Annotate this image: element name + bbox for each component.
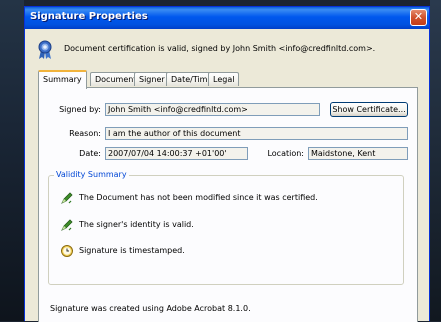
signature-properties-dialog: Signature Properties ✕ Document certific… xyxy=(24,6,430,322)
close-button[interactable]: ✕ xyxy=(410,9,427,26)
pen-check-icon xyxy=(61,192,73,204)
tab-summary[interactable]: Summary xyxy=(38,70,87,89)
validity-text-timestamp: Signature is timestamped. xyxy=(79,246,185,255)
tab-legal[interactable]: Legal xyxy=(208,72,240,86)
show-certificate-button[interactable]: Show Certificate... xyxy=(330,102,408,117)
reason-label: Reason: xyxy=(69,129,101,138)
desktop-background-left xyxy=(0,0,24,321)
location-label: Location: xyxy=(267,149,304,158)
reason-field[interactable]: I am the author of this document xyxy=(105,127,408,140)
validity-text-identity: The signer's identity is valid. xyxy=(79,220,194,229)
created-with-text: Signature was created using Adobe Acroba… xyxy=(50,304,251,313)
certificate-ribbon-icon xyxy=(38,40,52,59)
validity-summary-title: Validity Summary xyxy=(54,170,129,179)
clock-icon xyxy=(61,245,73,257)
signed-by-field[interactable]: John Smith <info@credfinltd.com> xyxy=(105,103,320,116)
summary-panel: Signed by: John Smith <info@credfinltd.c… xyxy=(38,87,418,322)
window-title: Signature Properties xyxy=(30,11,148,22)
pen-check-icon xyxy=(61,219,73,231)
date-label: Date: xyxy=(79,149,101,158)
date-field[interactable]: 2007/07/04 14:00:37 +01'00' xyxy=(105,147,248,160)
signed-by-label: Signed by: xyxy=(59,105,101,114)
certification-text: Document certification is valid, signed … xyxy=(64,44,376,53)
validity-summary-group: Validity Summary The Document has not be… xyxy=(48,170,404,285)
validity-text-unmodified: The Document has not been modified since… xyxy=(79,193,318,202)
desktop-background-right xyxy=(430,0,441,321)
tab-signer[interactable]: Signer xyxy=(134,72,170,86)
title-bar[interactable]: Signature Properties ✕ xyxy=(25,7,429,29)
location-field[interactable]: Maidstone, Kent xyxy=(308,147,408,160)
